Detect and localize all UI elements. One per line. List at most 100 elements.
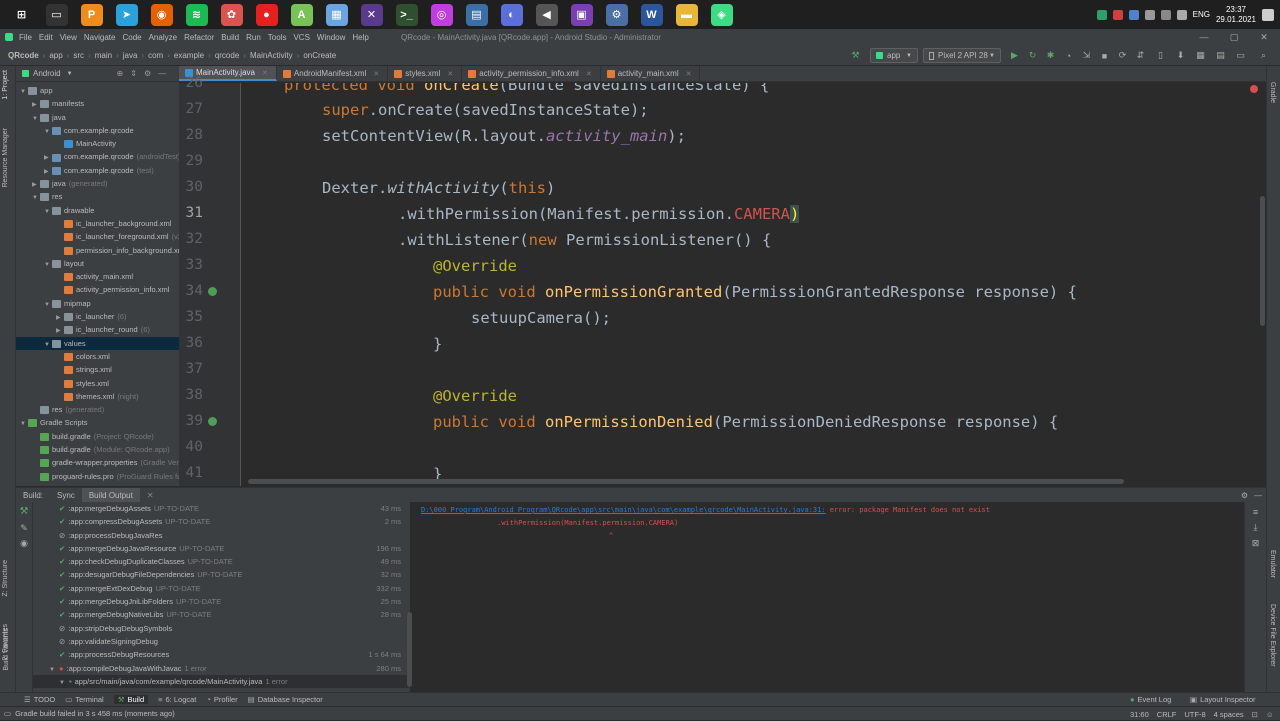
build-task-row[interactable]: ✔:app:mergeDebugJniLibFolders UP-TO-DATE 2…	[33, 595, 410, 608]
build-tool-tab[interactable]: ⚒ Build	[113, 695, 149, 704]
record-icon[interactable]: ●	[255, 3, 278, 26]
tree-item[interactable]: themes.xml (night)	[16, 390, 179, 403]
tree-item[interactable]: build.gradle (Project: QRcode)	[16, 430, 179, 443]
tree-item[interactable]: build.gradle (Module: QRcode.app)	[16, 443, 179, 456]
menu-file[interactable]: File	[19, 33, 32, 42]
tree-item[interactable]: colors.xml	[16, 350, 179, 363]
project-view-select[interactable]: Android	[33, 69, 61, 78]
console-icon[interactable]: >_	[395, 3, 418, 26]
android-icon[interactable]: A	[290, 3, 313, 26]
close-icon[interactable]: ✕	[1249, 29, 1279, 45]
error-stripe-icon[interactable]	[1250, 85, 1258, 93]
build-variants-tool-tab[interactable]: Build Variants	[3, 628, 10, 671]
logcat-tool-tab[interactable]: ≡ 6: Logcat	[158, 695, 196, 704]
layout-inspector-tool-tab[interactable]: ▣ Layout Inspector	[1190, 695, 1256, 704]
build-task-row[interactable]: ✔:app:desugarDebugFileDependencies UP-TO-…	[33, 568, 410, 581]
profiler-tool-tab[interactable]: ◔ Profiler	[206, 695, 237, 704]
editor-tab[interactable]: activity_main.xml ✕	[601, 66, 701, 81]
collapse-all-icon[interactable]: ⇕	[130, 69, 137, 78]
tree-item[interactable]: ▼ app	[16, 84, 179, 97]
firefox-icon[interactable]: ◉	[150, 3, 173, 26]
breadcrumb-item[interactable]: main	[95, 51, 112, 60]
chevron-down-icon[interactable]: ▼	[49, 667, 55, 673]
build-task-row[interactable]: ✔:app:mergeDebugJavaResource UP-TO-DATE 19…	[33, 542, 410, 555]
breadcrumb-item[interactable]: onCreate	[303, 51, 336, 60]
breadcrumb-item[interactable]: qrcode	[215, 51, 239, 60]
media-icon[interactable]: ▣	[570, 3, 593, 26]
error-file-link[interactable]: D:\000 Program\Android Program\QRcode\ap…	[421, 506, 826, 514]
clock[interactable]: 23:37 29.01.2021	[1216, 5, 1256, 25]
file-encoding[interactable]: UTF-8	[1184, 710, 1205, 719]
menu-navigate[interactable]: Navigate	[84, 33, 116, 42]
close-tab-icon[interactable]: ✕	[447, 70, 453, 78]
stop-icon[interactable]: ■	[1099, 50, 1110, 61]
apply-changes-icon[interactable]: ↻	[1027, 50, 1038, 61]
tree-item[interactable]: gradle-wrapper.properties(Gradle Version…	[16, 456, 179, 469]
terminal-icon[interactable]: ▭	[45, 3, 68, 26]
antivirus-icon[interactable]	[1112, 9, 1123, 20]
build-tree-scrollbar[interactable]	[407, 612, 412, 687]
status-message[interactable]: Gradle build failed in 3 s 458 ms (momen…	[15, 709, 175, 718]
locate-icon[interactable]: ⊕	[117, 69, 124, 78]
editor-tab[interactable]: AndroidManifest.xml ✕	[277, 66, 389, 81]
project-structure-icon[interactable]: ▦	[1195, 50, 1206, 61]
chevron-down-icon[interactable]: ▼	[59, 680, 65, 686]
paint-icon[interactable]: ✿	[220, 3, 243, 26]
structure-tool-tab[interactable]: Z: Structure	[2, 560, 9, 597]
sync-icon[interactable]: ⟳	[1117, 50, 1128, 61]
gradle-sync-icon[interactable]: ⇵	[1135, 50, 1146, 61]
database-inspector-tool-tab[interactable]: ▤ Database Inspector	[248, 695, 323, 704]
override-marker-icon[interactable]	[208, 287, 217, 296]
lock-icon[interactable]: ⊡	[1252, 710, 1258, 719]
menu-tools[interactable]: Tools	[268, 33, 287, 42]
tree-item[interactable]: strings.xml	[16, 363, 179, 376]
language-indicator[interactable]: ENG	[1193, 10, 1210, 19]
android-studio-icon[interactable]: ◈	[710, 3, 733, 26]
device-manager-icon[interactable]: ▭	[1235, 50, 1246, 61]
emulator-tool-tab[interactable]: Emulator	[1269, 550, 1276, 578]
tree-item[interactable]: ▼ res	[16, 190, 179, 203]
close-tab-icon[interactable]: ✕	[262, 69, 268, 77]
code-editor[interactable]: protected void onCreate(Bundle savedInst…	[242, 83, 1266, 486]
spotify-icon[interactable]: ≋	[185, 3, 208, 26]
project-tool-tab[interactable]: 1: Project	[2, 70, 9, 100]
notifications-icon[interactable]	[1262, 8, 1274, 21]
tree-item[interactable]: ▼ com.example.qrcode	[16, 124, 179, 137]
tree-item[interactable]: permission_info_background.xml	[16, 244, 179, 257]
inspector-icon[interactable]: ☺	[1266, 710, 1274, 719]
battery-icon[interactable]	[1144, 9, 1155, 20]
close-tab-icon[interactable]: ✕	[373, 70, 379, 78]
tree-item[interactable]: ▼ java	[16, 111, 179, 124]
tree-item[interactable]: ▶ ic_launcher_round (6)	[16, 323, 179, 336]
terminal-tool-tab[interactable]: ▭ Terminal	[65, 695, 103, 704]
volume-app-icon[interactable]: ◀	[535, 3, 558, 26]
gear-icon[interactable]: ⚙	[144, 69, 151, 78]
menu-help[interactable]: Help	[352, 33, 368, 42]
build-task-row[interactable]: ✔:app:mergeExtDexDebug UP-TO-DATE 332 ms	[33, 582, 410, 595]
close-tab-icon[interactable]: ✕	[586, 70, 592, 78]
breadcrumb-item[interactable]: app	[49, 51, 62, 60]
todo-tool-tab[interactable]: ☰ TODO	[24, 695, 55, 704]
tree-item[interactable]: MainActivity	[16, 137, 179, 150]
start-icon[interactable]: ⊞	[10, 3, 33, 26]
hide-panel-icon[interactable]: —	[1254, 491, 1262, 500]
tree-item[interactable]: activity_permission_info.xml	[16, 283, 179, 296]
tree-item[interactable]: ▼ mipmap	[16, 297, 179, 310]
tab-build-output[interactable]: Build Output	[81, 487, 140, 503]
attach-debugger-icon[interactable]: ⇲	[1081, 50, 1092, 61]
build-task-row[interactable]: ▼ ▪ app/src/main/java/com/example/qrcode/M…	[33, 674, 410, 689]
photos-icon[interactable]: ▦	[325, 3, 348, 26]
layout-icon[interactable]: ▤	[1215, 50, 1226, 61]
tree-item[interactable]: ▶ manifests	[16, 97, 179, 110]
word-icon[interactable]: W	[640, 3, 663, 26]
close-tab-icon[interactable]: ✕	[140, 488, 161, 503]
soft-wrap-icon[interactable]: ≡	[1245, 507, 1266, 517]
minimize-icon[interactable]: —	[1189, 29, 1219, 45]
vertical-scrollbar[interactable]	[1260, 196, 1265, 326]
override-marker-icon[interactable]	[208, 417, 217, 426]
search-app-icon[interactable]: P	[80, 3, 103, 26]
avd-manager-icon[interactable]: ▯	[1155, 50, 1166, 61]
tree-item[interactable]: ▼ layout	[16, 257, 179, 270]
settings-app-icon[interactable]: ⚙	[605, 3, 628, 26]
editor-tab[interactable]: activity_permission_info.xml ✕	[462, 66, 601, 81]
